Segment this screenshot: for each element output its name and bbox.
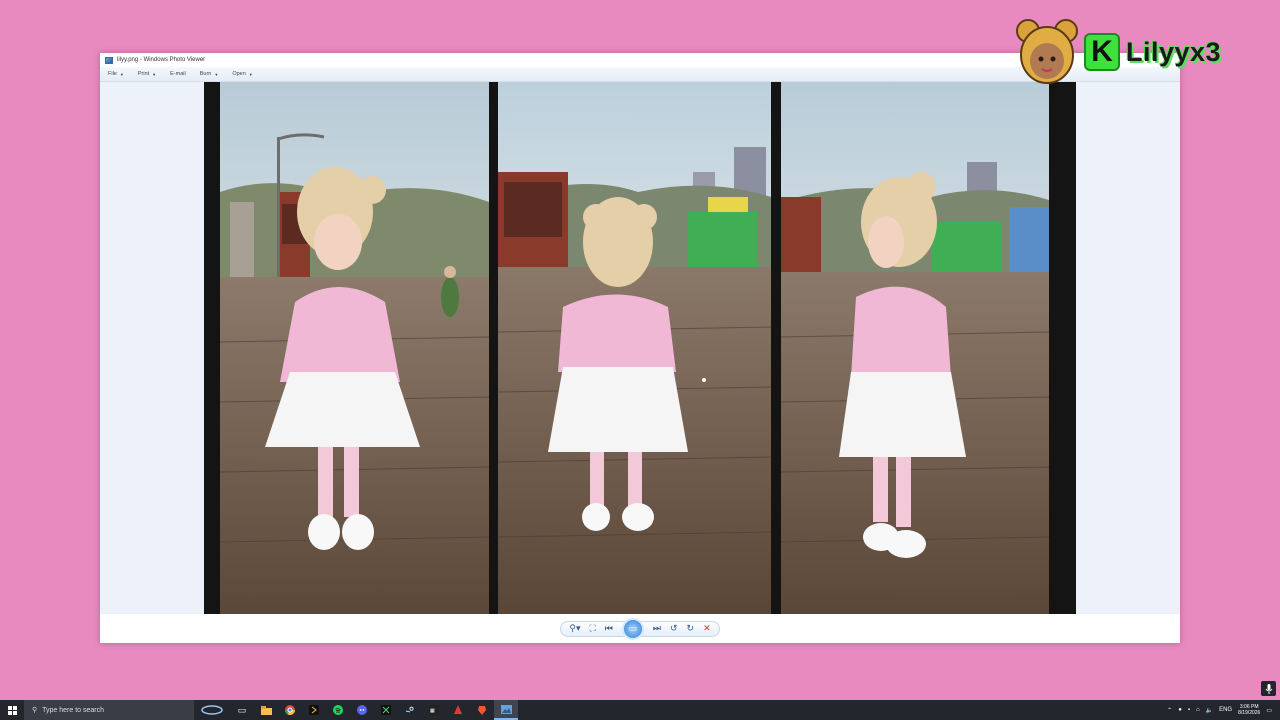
viewer-controls: ⚲▾ ⛶ ⏮ ▭ ⏭ ↺ ↻ ✕ xyxy=(100,614,1180,643)
cursor-icon xyxy=(702,378,706,382)
fit-icon: ⛶ xyxy=(589,623,596,633)
svg-text:▦: ▦ xyxy=(430,708,435,714)
discord-icon[interactable] xyxy=(350,700,374,720)
menu-open-label: Open xyxy=(232,71,246,77)
clock-date: 8/19/2026 xyxy=(1238,710,1261,716)
app-icon-red[interactable] xyxy=(446,700,470,720)
displayed-image xyxy=(204,82,1076,614)
cortana-icon[interactable] xyxy=(194,700,230,720)
menu-print-label: Print xyxy=(137,71,150,77)
streamer-overlay: K Lilyyx3 xyxy=(1012,16,1272,88)
image-viewport[interactable] xyxy=(100,82,1180,614)
network-icon[interactable]: ⌂ xyxy=(1196,707,1200,713)
system-tray: ⌃ ● ▪ ⌂ 🔈 ENG 3:06 PM 8/19/2026 ▭ xyxy=(1167,700,1280,720)
magnifier-icon: ⚲▾ xyxy=(569,623,581,633)
chrome-icon[interactable] xyxy=(278,700,302,720)
photo-viewer-taskbar-icon[interactable] xyxy=(494,700,518,720)
previous-button[interactable]: ⏮ xyxy=(605,623,613,634)
menu-file-label: File xyxy=(108,71,117,77)
windows-icon xyxy=(7,705,17,715)
menu-file[interactable]: File ▼ xyxy=(108,71,124,77)
zoom-button[interactable]: ⚲▾ xyxy=(569,623,580,634)
search-icon: ⚲ xyxy=(32,707,38,714)
microphone-icon[interactable] xyxy=(1261,681,1276,696)
rotate-clockwise-icon: ↻ xyxy=(686,623,695,633)
search-placeholder: Type here to search xyxy=(42,706,105,714)
next-button[interactable]: ⏭ xyxy=(653,623,661,634)
file-explorer-icon[interactable] xyxy=(254,700,278,720)
actual-size-button[interactable]: ⛶ xyxy=(589,623,595,634)
spotify-icon[interactable] xyxy=(326,700,350,720)
chevron-down-icon: ▼ xyxy=(119,71,124,77)
menu-burn[interactable]: Burn ▼ xyxy=(200,71,219,77)
image-panel-back xyxy=(498,82,771,614)
avatar-icon xyxy=(1016,19,1078,84)
clock[interactable]: 3:06 PM 8/19/2026 xyxy=(1238,704,1260,716)
obs-icon[interactable]: ▦ xyxy=(422,700,446,720)
rotate-counterclockwise-icon: ↺ xyxy=(670,623,678,633)
previous-icon: ⏮ xyxy=(604,623,613,633)
menu-open[interactable]: Open ▼ xyxy=(232,71,252,77)
taskbar-search-box[interactable]: ⚲ Type here to search xyxy=(24,700,194,720)
gpu-tray-icon[interactable]: ▪ xyxy=(1188,707,1190,713)
menu-print[interactable]: Print ▼ xyxy=(138,71,156,77)
start-button[interactable] xyxy=(0,700,24,720)
character-side-view-image xyxy=(781,82,1049,614)
menu-email-label: E-mail xyxy=(170,71,186,77)
control-bar: ⚲▾ ⛶ ⏮ ▭ ⏭ ↺ ↻ ✕ xyxy=(560,617,720,640)
app-icon-x[interactable] xyxy=(374,700,398,720)
slideshow-icon: ▭ xyxy=(628,623,638,633)
window-title: lilyy.png - Windows Photo Viewer xyxy=(117,57,206,63)
image-panel-front xyxy=(220,82,489,614)
menu-burn-label: Burn xyxy=(199,71,212,77)
brand-logo: K xyxy=(1084,33,1120,71)
taskbar: ⚲ Type here to search ▭ ▦ ⌃ ● ▪ ⌂ 🔈 ENG … xyxy=(0,700,1280,720)
rotate-cw-button[interactable]: ↻ xyxy=(687,623,695,634)
photo-viewer-app-icon xyxy=(105,56,113,64)
chevron-down-icon: ▼ xyxy=(152,71,157,77)
streamer-name: Lilyyx3 xyxy=(1126,36,1222,67)
rotate-ccw-button[interactable]: ↺ xyxy=(670,623,678,634)
delete-button[interactable]: ✕ xyxy=(703,623,711,634)
steam-icon[interactable] xyxy=(398,700,422,720)
photo-viewer-window: lilyy.png - Windows Photo Viewer File ▼ P… xyxy=(100,53,1180,643)
notification-icon[interactable]: ▭ xyxy=(1266,707,1272,714)
volume-icon[interactable]: 🔈 xyxy=(1206,707,1213,714)
task-view-icon[interactable]: ▭ xyxy=(230,700,254,720)
slideshow-button[interactable]: ▭ xyxy=(621,617,644,640)
microphone-tray-icon[interactable]: ● xyxy=(1178,707,1182,713)
image-panel-side xyxy=(781,82,1049,614)
next-icon: ⏭ xyxy=(652,623,661,633)
app-icon-dark[interactable] xyxy=(302,700,326,720)
chevron-down-icon: ▼ xyxy=(248,71,253,77)
brave-icon[interactable] xyxy=(470,700,494,720)
menu-email[interactable]: E-mail xyxy=(170,71,186,77)
character-back-view-image xyxy=(498,82,771,614)
chevron-down-icon: ▼ xyxy=(214,71,219,77)
delete-icon: ✕ xyxy=(703,623,711,633)
chevron-up-icon[interactable]: ⌃ xyxy=(1167,707,1172,714)
keyboard-language[interactable]: ENG xyxy=(1219,707,1232,713)
character-front-view-image xyxy=(220,82,489,614)
